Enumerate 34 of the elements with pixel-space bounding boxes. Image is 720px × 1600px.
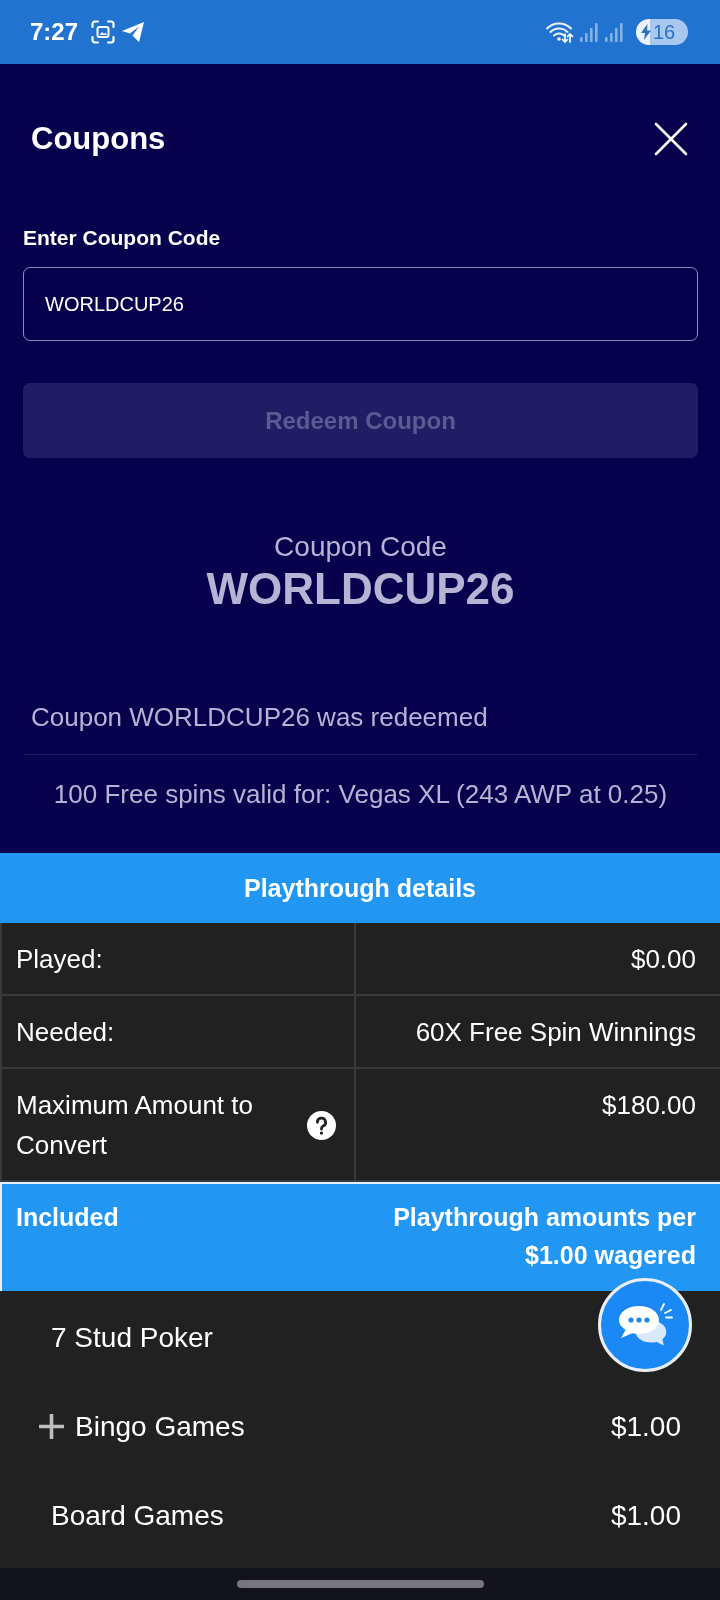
row-value: 60X Free Spin Winnings <box>415 1016 696 1049</box>
plus-icon[interactable] <box>38 1413 65 1440</box>
coupon-code-field[interactable]: WORLDCUP26 <box>23 267 698 341</box>
signal-icon <box>604 21 624 43</box>
image-frame-icon <box>91 20 116 44</box>
row-value: $0.00 <box>630 943 696 976</box>
close-icon <box>654 122 688 156</box>
column-header: Playthrough amounts per $1.00 wagered <box>392 1202 696 1271</box>
paper-plane-icon <box>121 20 146 44</box>
help-icon[interactable] <box>307 1110 336 1140</box>
row-label: Maximum Amount to Convert <box>16 1089 254 1162</box>
game-name: Bingo Games <box>75 1410 245 1443</box>
game-name: Board Games <box>51 1499 224 1532</box>
signal-icon <box>579 21 599 43</box>
game-value: $1.00 <box>610 1410 681 1443</box>
row-label: Needed: <box>16 1016 115 1049</box>
bolt-icon <box>641 24 651 40</box>
playthrough-title: Playthrough details <box>0 853 720 923</box>
close-button[interactable] <box>654 122 688 156</box>
game-name: 7 Stud Poker <box>51 1321 213 1354</box>
row-label: Played: <box>16 943 103 976</box>
chat-bubbles-icon <box>617 1301 673 1349</box>
status-time: 7:27 <box>30 18 79 46</box>
dialog-title: Coupons <box>31 121 166 157</box>
redeemed-message: Coupon WORLDCUP26 was redeemed <box>30 702 489 732</box>
offer-text: 100 Free spins valid for: Vegas XL (243 AWP at 0.25) <box>52 779 669 809</box>
coupon-code: WORLDCUP26 <box>205 565 516 613</box>
game-value: $1.00 <box>610 1499 681 1532</box>
code-caption: Coupon Code <box>273 531 448 563</box>
wifi-icon <box>546 20 574 44</box>
field-label: Enter Coupon Code <box>23 226 222 250</box>
row-value: $180.00 <box>602 1089 696 1122</box>
column-header: Included <box>16 1202 119 1233</box>
battery-percent: 16 <box>653 20 676 45</box>
